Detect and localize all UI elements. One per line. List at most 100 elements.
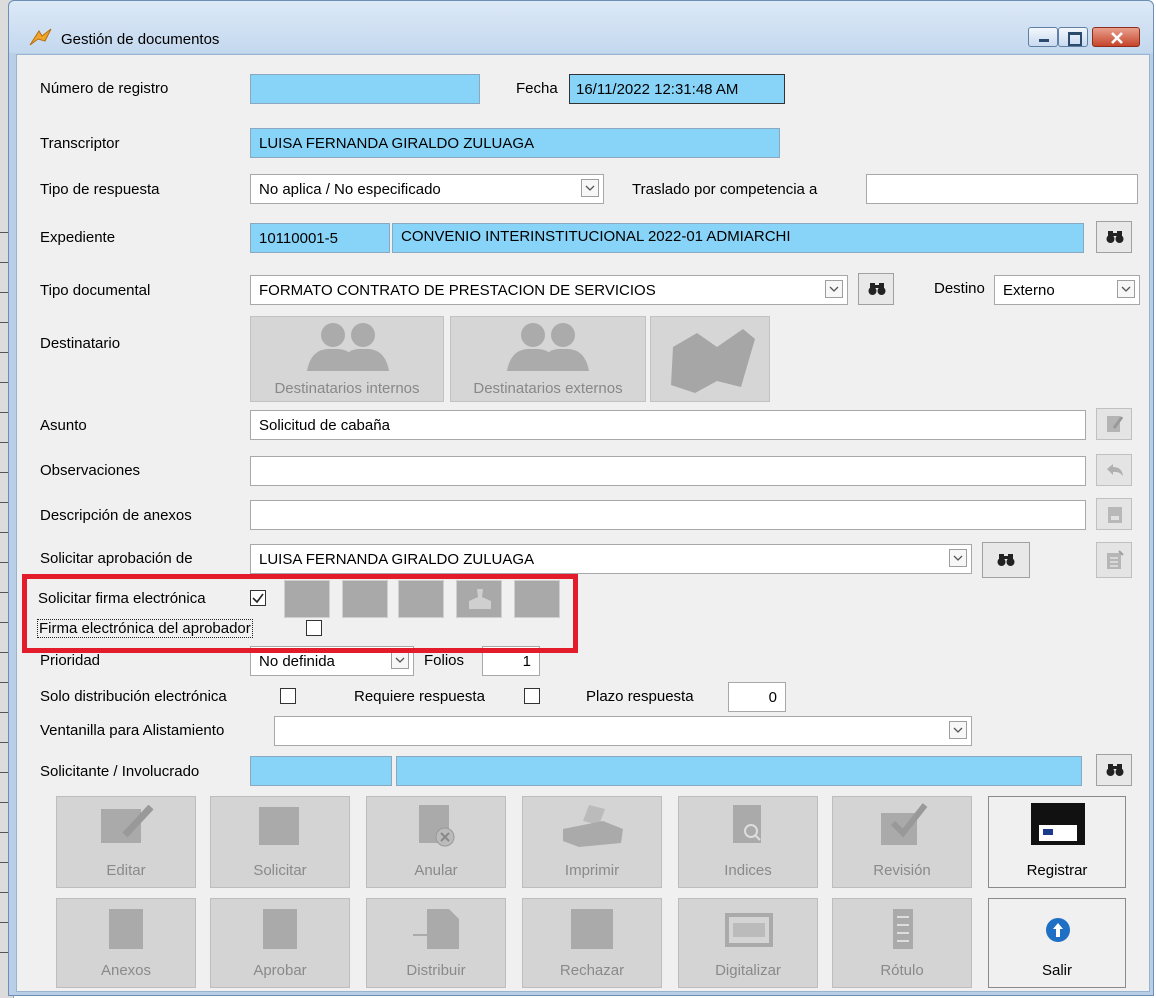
reject-icon xyxy=(571,909,613,949)
list-icon xyxy=(1107,550,1124,569)
revision-button[interactable]: Revisión xyxy=(832,796,972,888)
maximize-button[interactable] xyxy=(1058,27,1088,47)
approve-icon xyxy=(263,909,297,949)
observaciones-label: Observaciones xyxy=(40,462,141,479)
destino-value: Externo xyxy=(1003,282,1055,299)
editar-button[interactable]: Editar xyxy=(56,796,196,888)
expediente-code-field[interactable]: 10110001-5 xyxy=(250,223,390,253)
asunto-label: Asunto xyxy=(40,417,87,434)
anexos-button[interactable]: Anexos xyxy=(56,898,196,988)
users-icon xyxy=(307,323,389,371)
digitalizar-button[interactable]: Digitalizar xyxy=(678,898,818,988)
imprimir-button[interactable]: Imprimir xyxy=(522,796,662,888)
transcriptor-field[interactable]: LUISA FERNANDA GIRALDO ZULUAGA xyxy=(250,128,780,158)
chevron-down-icon[interactable] xyxy=(949,721,967,739)
aprobar-button[interactable]: Aprobar xyxy=(210,898,350,988)
requiere-respuesta-checkbox[interactable] xyxy=(524,688,540,704)
binoculars-icon xyxy=(997,554,1015,566)
indices-label: Indices xyxy=(724,862,772,879)
tipo-documental-value: FORMATO CONTRATO DE PRESTACION DE SERVIC… xyxy=(259,282,656,299)
book-icon xyxy=(671,329,755,393)
anular-button[interactable]: Anular xyxy=(366,796,506,888)
observaciones-undo-button[interactable] xyxy=(1096,454,1132,486)
descripcion-anexos-button[interactable] xyxy=(1096,498,1132,530)
expediente-name-field[interactable]: CONVENIO INTERINSTITUCIONAL 2022-01 ADMI… xyxy=(392,223,1084,253)
ventanilla-label: Ventanilla para Alistamiento xyxy=(40,722,225,739)
destinatarios-externos-button[interactable]: Destinatarios externos xyxy=(450,316,646,402)
rotulo-label: Rótulo xyxy=(880,962,924,979)
solicitar-button[interactable]: Solicitar xyxy=(210,796,350,888)
chevron-down-icon[interactable] xyxy=(825,280,843,298)
transcriptor-label: Transcriptor xyxy=(40,135,120,152)
title-bar[interactable]: Gestión de documentos xyxy=(9,1,1153,53)
observaciones-field[interactable] xyxy=(250,456,1086,486)
ventanilla-select[interactable] xyxy=(274,716,972,746)
review-check-icon xyxy=(881,803,928,845)
solo-distribucion-checkbox[interactable] xyxy=(280,688,296,704)
aprobar-label: Aprobar xyxy=(253,962,307,979)
label-print-icon xyxy=(893,909,913,949)
solo-distribucion-label: Solo distribución electrónica xyxy=(40,688,227,705)
indices-button[interactable]: Indices xyxy=(678,796,818,888)
requiere-respuesta-label: Requiere respuesta xyxy=(354,688,485,705)
solicitante-search-button[interactable] xyxy=(1096,754,1132,786)
tipo-documental-search-button[interactable] xyxy=(858,273,894,305)
close-button[interactable] xyxy=(1092,27,1140,47)
distribuir-label: Distribuir xyxy=(406,962,466,979)
tipo-documental-label: Tipo documental xyxy=(40,282,151,299)
editar-label: Editar xyxy=(106,862,146,879)
distribuir-button[interactable]: Distribuir xyxy=(366,898,506,988)
chevron-down-icon[interactable] xyxy=(581,179,599,197)
scanner-icon xyxy=(725,913,773,947)
tipo-documental-select[interactable]: FORMATO CONTRATO DE PRESTACION DE SERVIC… xyxy=(250,275,848,305)
tipo-respuesta-value: No aplica / No especificado xyxy=(259,181,441,198)
chevron-down-icon[interactable] xyxy=(391,651,409,669)
chevron-down-icon[interactable] xyxy=(1117,280,1135,298)
folios-label: Folios xyxy=(424,652,465,669)
minimize-button[interactable] xyxy=(1028,27,1058,47)
solicitante-code-field[interactable] xyxy=(250,756,392,786)
window-title: Gestión de documentos xyxy=(61,31,220,48)
rechazar-label: Rechazar xyxy=(559,962,625,979)
asunto-field[interactable]: Solicitud de cabaña xyxy=(250,410,1086,440)
destino-select[interactable]: Externo xyxy=(994,275,1140,305)
numero-registro-label: Número de registro xyxy=(40,80,169,97)
tipo-respuesta-select[interactable]: No aplica / No especificado xyxy=(250,174,604,204)
descripcion-anexos-field[interactable] xyxy=(250,500,1086,530)
fecha-label: Fecha xyxy=(516,80,558,97)
descripcion-anexos-label: Descripción de anexos xyxy=(40,507,192,524)
registrar-label: Registrar xyxy=(1026,862,1088,879)
edit-icon xyxy=(101,805,154,843)
fecha-field[interactable]: 16/11/2022 12:31:48 AM xyxy=(569,74,785,104)
aprobacion-search-button[interactable] xyxy=(982,542,1030,578)
destino-label: Destino xyxy=(934,280,985,297)
address-book-button[interactable] xyxy=(650,316,770,402)
destinatarios-internos-label: Destinatarios internos xyxy=(274,380,420,397)
rechazar-button[interactable]: Rechazar xyxy=(522,898,662,988)
save-disk-icon xyxy=(1031,803,1085,845)
asunto-edit-button[interactable] xyxy=(1096,408,1132,440)
imprimir-label: Imprimir xyxy=(564,862,620,879)
destinatarios-externos-label: Destinatarios externos xyxy=(473,380,623,397)
plazo-respuesta-label: Plazo respuesta xyxy=(586,688,694,705)
aprobacion-list-button[interactable] xyxy=(1096,542,1132,578)
prioridad-label: Prioridad xyxy=(40,652,101,669)
tipo-respuesta-label: Tipo de respuesta xyxy=(40,181,160,198)
traslado-field[interactable] xyxy=(866,174,1138,204)
exit-icon xyxy=(1046,918,1070,942)
salir-button[interactable]: Salir xyxy=(988,898,1126,988)
cancel-document-icon xyxy=(419,805,455,847)
solicitar-aprobacion-select[interactable]: LUISA FERNANDA GIRALDO ZULUAGA xyxy=(250,544,972,574)
numero-registro-field[interactable] xyxy=(250,74,480,104)
document-icon xyxy=(1108,507,1122,523)
solicitante-name-field[interactable] xyxy=(396,756,1082,786)
rotulo-button[interactable]: Rótulo xyxy=(832,898,972,988)
search-document-icon xyxy=(733,805,761,843)
chevron-down-icon[interactable] xyxy=(949,549,967,567)
registrar-button[interactable]: Registrar xyxy=(988,796,1126,888)
plazo-respuesta-field[interactable]: 0 xyxy=(728,682,786,712)
binoculars-icon xyxy=(1106,764,1124,776)
expediente-search-button[interactable] xyxy=(1096,221,1132,253)
users-icon xyxy=(507,323,589,371)
destinatarios-internos-button[interactable]: Destinatarios internos xyxy=(250,316,444,402)
